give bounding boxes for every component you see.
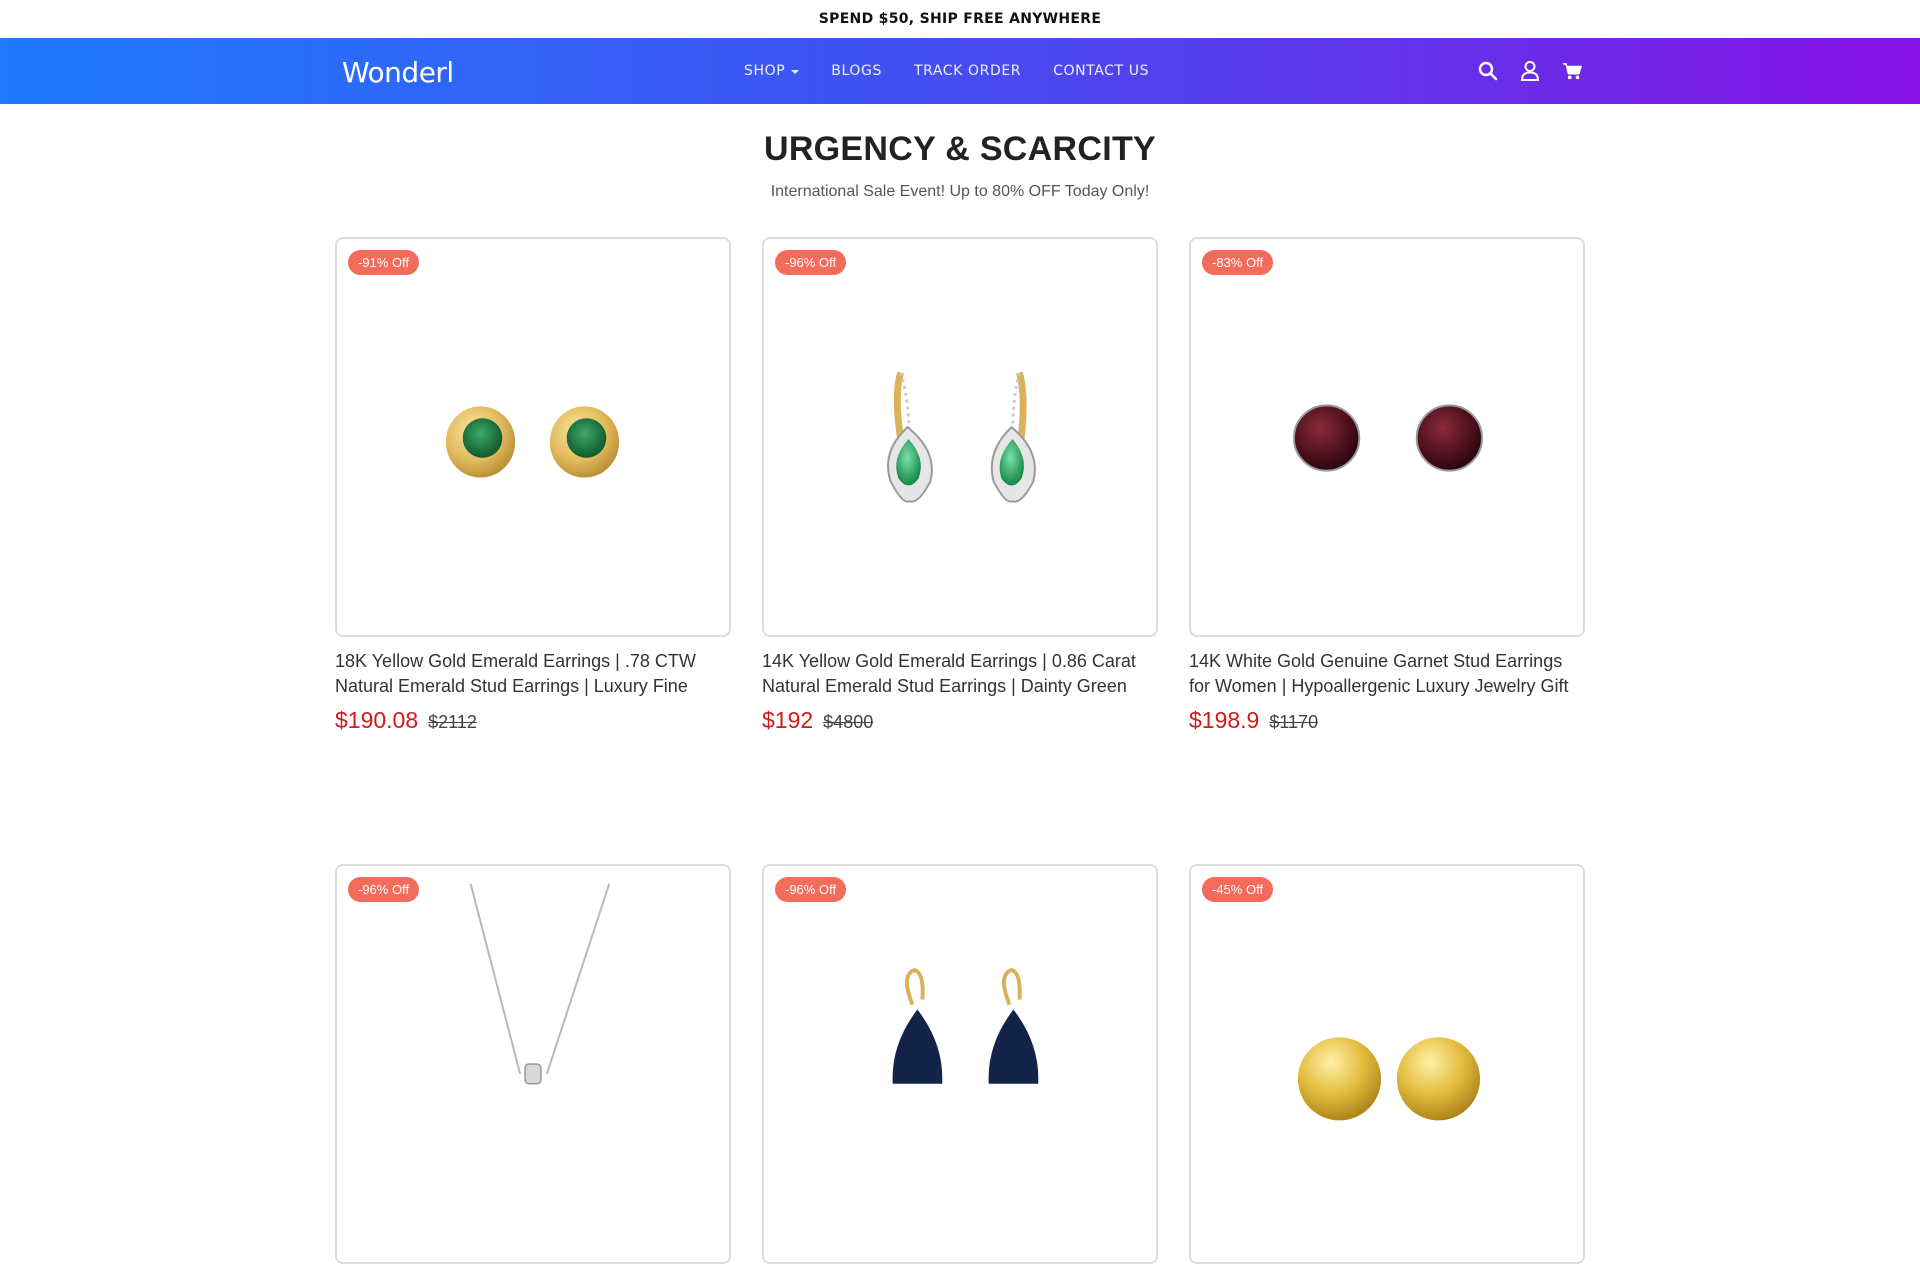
product-prices: $190.08 $2112 xyxy=(335,707,731,734)
search-icon[interactable] xyxy=(1478,60,1498,82)
discount-badge: -96% Off xyxy=(348,877,420,902)
pendant-necklace-image xyxy=(469,883,611,1085)
compare-price: $4800 xyxy=(823,712,874,732)
discount-badge: -83% Off xyxy=(1202,250,1274,275)
nav-blogs[interactable]: BLOGS xyxy=(831,63,882,79)
product-image[interactable]: -83% Off xyxy=(1189,237,1585,637)
product-grid: -91% Off 18K Yellow Gold Emerald Earring… xyxy=(335,237,1585,1264)
discount-badge: -96% Off xyxy=(775,877,847,902)
discount-badge: -96% Off xyxy=(775,250,847,275)
sale-price: $198.9 xyxy=(1189,707,1260,733)
nav-contact-us-label: CONTACT US xyxy=(1053,63,1150,79)
brand-logo[interactable]: Wonderl xyxy=(342,56,454,89)
page-subtitle: International Sale Event! Up to 80% OFF … xyxy=(770,183,1150,200)
main-nav: SHOP BLOGS TRACK ORDER CONTACT US xyxy=(744,38,1149,104)
page-title: URGENCY & SCARCITY xyxy=(763,130,1157,168)
nav-shop-label: SHOP xyxy=(744,63,786,79)
announcement-bar: SPEND $50, SHIP FREE ANYWHERE xyxy=(0,0,1920,38)
product-image[interactable]: -96% Off xyxy=(762,237,1158,637)
product-title[interactable]: 14K Yellow Gold Emerald Earrings | 0.86 … xyxy=(762,649,1158,699)
product-card[interactable]: -83% Off 14K White Gold Genuine Garnet S… xyxy=(1189,237,1585,734)
nav-blogs-label: BLOGS xyxy=(831,63,882,79)
hammered-gold-studs-image xyxy=(1297,1037,1481,1121)
chevron-down-icon xyxy=(791,69,800,74)
cart-icon[interactable] xyxy=(1562,60,1582,82)
sale-price: $190.08 xyxy=(335,707,419,733)
product-image[interactable]: -96% Off xyxy=(762,864,1158,1264)
product-image[interactable]: -96% Off xyxy=(335,864,731,1264)
nav-track-order-label: TRACK ORDER xyxy=(913,63,1022,79)
account-icon[interactable] xyxy=(1520,60,1540,82)
product-card[interactable]: -96% Off 14K Yellow Gold Emerald Earring… xyxy=(762,237,1158,734)
nav-contact-us[interactable]: CONTACT US xyxy=(1053,63,1149,79)
garnet-stud-earrings-image xyxy=(1292,404,1484,472)
discount-badge: -91% Off xyxy=(348,250,420,275)
announcement-text: SPEND $50, SHIP FREE ANYWHERE xyxy=(818,11,1102,27)
product-card[interactable]: -91% Off 18K Yellow Gold Emerald Earring… xyxy=(335,237,731,734)
sapphire-drop-earrings-image xyxy=(892,967,1039,1084)
section-heading: URGENCY & SCARCITY International Sale Ev… xyxy=(0,104,1920,201)
emerald-bezel-earrings-image xyxy=(445,406,620,478)
discount-badge: -45% Off xyxy=(1202,877,1274,902)
nav-track-order[interactable]: TRACK ORDER xyxy=(914,63,1021,79)
product-image[interactable]: -45% Off xyxy=(1189,864,1585,1264)
product-title[interactable]: 18K Yellow Gold Emerald Earrings | .78 C… xyxy=(335,649,731,699)
product-card[interactable]: -96% Off xyxy=(335,864,731,1264)
sale-price: $192 xyxy=(762,707,814,733)
compare-price: $2112 xyxy=(428,712,477,732)
nav-icons xyxy=(1478,38,1582,104)
nav-shop[interactable]: SHOP xyxy=(744,63,800,79)
product-card[interactable]: -96% Off xyxy=(762,864,1158,1264)
product-prices: $198.9 $1170 xyxy=(1189,707,1585,734)
navbar: Wonderl SHOP BLOGS TRACK ORDER CONTACT U… xyxy=(0,38,1920,104)
compare-price: $1170 xyxy=(1269,712,1319,732)
product-title[interactable]: 14K White Gold Genuine Garnet Stud Earri… xyxy=(1189,649,1585,699)
emerald-halo-earrings-image xyxy=(887,371,1036,503)
product-image[interactable]: -91% Off xyxy=(335,237,731,637)
product-prices: $192 $4800 xyxy=(762,707,1158,734)
product-card[interactable]: -45% Off xyxy=(1189,864,1585,1264)
